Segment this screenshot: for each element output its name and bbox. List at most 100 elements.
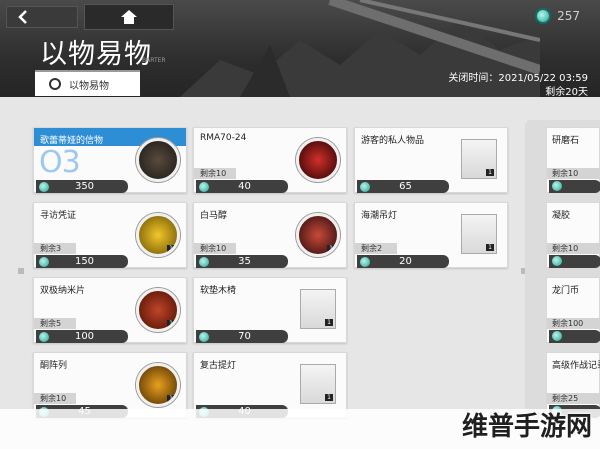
header: 257 以物易物 BARTER 关闭时间：2021/05/22 03:59 剩余… — [0, 0, 600, 97]
shop-card[interactable]: 双极纳米片 剩余5 100 1 — [33, 277, 187, 343]
item-name: 研磨石 — [552, 136, 580, 146]
coin-icon — [39, 256, 49, 267]
shop-card[interactable]: 研磨石 剩余10 — [546, 127, 600, 193]
token-icon — [136, 138, 180, 182]
page-subtitle: BARTER — [142, 57, 166, 64]
permit-icon: 1 — [136, 213, 180, 257]
home-icon — [121, 10, 137, 24]
item-price: 35 — [196, 255, 288, 268]
item-stock: 剩余3 — [34, 243, 76, 254]
shop-card[interactable]: 歌蕾蒂娅的信物 O3 350 — [33, 127, 187, 193]
item-stock: 剩余5 — [34, 318, 76, 329]
close-time-label: 关闭时间：2021/05/22 03:59 — [448, 73, 588, 84]
coin-icon — [199, 256, 209, 267]
coin-icon — [39, 331, 49, 342]
shop-card[interactable]: 凝胶 剩余10 — [546, 202, 600, 268]
item-name: 寻访凭证 — [40, 211, 77, 221]
wooden-chair-icon: 1 — [300, 289, 336, 329]
item-price: 20 — [357, 255, 449, 268]
coin-icon — [552, 331, 562, 341]
coin-icon — [199, 181, 209, 192]
shop-card[interactable]: 软垫木椅 70 1 — [193, 277, 347, 343]
item-qty: 1 — [167, 320, 175, 327]
item-qty: 1 — [327, 245, 335, 252]
item-qty: 1 — [167, 245, 175, 252]
item-stock: 剩余10 — [194, 168, 236, 179]
item-price: 40 — [196, 180, 288, 193]
item-name: 白马醇 — [200, 211, 228, 221]
item-stock: 剩余100 — [547, 318, 600, 329]
price-value: 350 — [74, 181, 95, 192]
item-price — [549, 180, 600, 193]
price-value: 65 — [399, 181, 412, 192]
back-arrow-icon — [18, 10, 27, 24]
price-value: 100 — [74, 331, 95, 342]
tab-barter[interactable]: 以物易物 — [35, 70, 140, 96]
item-qty: 1 — [486, 244, 494, 251]
item-qty: 1 — [167, 395, 175, 402]
retro-lantern-icon: 1 — [300, 364, 336, 404]
item-price: 100 — [36, 330, 128, 343]
coin-icon — [360, 256, 370, 267]
price-value: 40 — [238, 181, 251, 192]
price-value: 150 — [74, 256, 95, 267]
ketone-array-icon: 1 — [136, 363, 180, 407]
item-qty: 1 — [325, 319, 333, 326]
item-name: 双极纳米片 — [40, 286, 86, 296]
item-name: 游客的私人物品 — [361, 136, 425, 146]
tab-label: 以物易物 — [69, 80, 109, 92]
item-name: 凝胶 — [552, 211, 571, 221]
scroll-left-icon[interactable] — [18, 268, 24, 274]
item-price — [549, 255, 600, 268]
currency-display: 257 — [535, 8, 580, 24]
coin-icon — [360, 181, 370, 192]
close-time: 关闭时间：2021/05/22 03:59 剩余20天 — [448, 72, 588, 97]
coin-icon — [535, 8, 552, 24]
shop-card[interactable]: 游客的私人物品 65 1 — [354, 127, 508, 193]
item-qty: 1 — [325, 394, 333, 401]
item-name: 海潮吊灯 — [361, 211, 398, 221]
shop-card[interactable]: 白马醇 剩余10 35 1 — [193, 202, 347, 268]
page-title: 以物易物 — [40, 39, 152, 70]
tide-lamp-icon: 1 — [461, 214, 497, 254]
featured-number: O3 — [39, 145, 81, 180]
item-stock: 剩余10 — [547, 243, 600, 254]
shop-card[interactable]: RMA70-24 剩余10 40 — [193, 127, 347, 193]
item-stock: 剩余10 — [547, 168, 600, 179]
item-stock: 剩余10 — [194, 243, 236, 254]
item-price: 150 — [36, 255, 128, 268]
shop-card[interactable]: 龙门币 剩余100 — [546, 277, 600, 343]
item-name: 复古提灯 — [200, 361, 237, 371]
coin-icon — [199, 331, 209, 342]
item-price: 350 — [36, 180, 128, 193]
tab-dot-icon — [49, 78, 61, 90]
price-value: 70 — [238, 331, 251, 342]
item-stock: 剩余10 — [34, 393, 76, 404]
item-name: 软垫木椅 — [200, 286, 237, 296]
item-name: 高级作战记录 — [552, 361, 600, 371]
rma-icon — [296, 138, 340, 182]
item-stock: 剩余25 — [547, 393, 600, 404]
item-name: RMA70-24 — [200, 133, 247, 143]
item-name: 龙门币 — [552, 286, 580, 296]
coin-icon — [39, 181, 49, 192]
nanoflake-icon: 1 — [136, 288, 180, 332]
watermark: 维普手游网 — [461, 412, 592, 442]
remaining-days: 剩余20天 — [545, 87, 588, 97]
currency-value: 257 — [557, 9, 580, 23]
item-price: 70 — [196, 330, 288, 343]
item-price — [549, 330, 600, 343]
price-value: 20 — [399, 256, 412, 267]
shop-card[interactable]: 寻访凭证 剩余3 150 1 — [33, 202, 187, 268]
price-value: 35 — [238, 256, 251, 267]
coin-icon — [552, 256, 562, 266]
item-stock: 剩余2 — [355, 243, 397, 254]
home-button[interactable] — [84, 4, 174, 30]
back-button[interactable] — [6, 6, 78, 28]
shop-card[interactable]: 海潮吊灯 剩余2 20 1 — [354, 202, 508, 268]
white-horse-kohl-icon: 1 — [296, 213, 340, 257]
coin-icon — [552, 181, 562, 191]
item-name: 酮阵列 — [40, 361, 68, 371]
item-price: 65 — [357, 180, 449, 193]
tourist-belongings-icon: 1 — [461, 139, 497, 179]
